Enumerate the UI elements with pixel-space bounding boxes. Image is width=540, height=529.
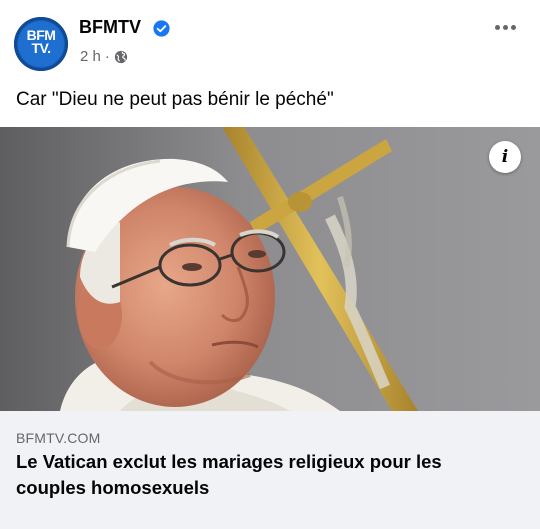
bfmtv-logo: BFM TV. <box>18 21 64 67</box>
page-avatar[interactable]: BFM TV. <box>14 17 68 71</box>
post-header: BFM TV. BFMTV 2 h · <box>0 0 540 80</box>
post-caption: Car "Dieu ne peut pas bénir le péché" <box>16 89 334 110</box>
verified-badge-icon <box>153 20 170 37</box>
link-headline[interactable]: Le Vatican exclut les mariages religieux… <box>16 449 506 501</box>
logo-text-line2: TV. <box>31 40 52 56</box>
meta-separator: · <box>104 48 110 65</box>
facebook-post: BFM TV. BFMTV 2 h · Car "Dieu ne peut pa… <box>0 0 540 529</box>
link-domain: BFMTV.COM <box>16 430 101 446</box>
info-icon[interactable]: i <box>489 141 521 173</box>
globe-icon[interactable] <box>114 50 128 64</box>
post-meta: 2 h · <box>80 48 128 65</box>
post-timestamp[interactable]: 2 h <box>80 48 101 65</box>
more-options-icon[interactable] <box>488 14 522 40</box>
link-preview-image[interactable]: i <box>0 127 540 411</box>
link-preview[interactable]: BFMTV.COM Le Vatican exclut les mariages… <box>0 411 540 529</box>
pope-photo <box>0 127 540 411</box>
page-name-link[interactable]: BFMTV <box>79 17 141 38</box>
